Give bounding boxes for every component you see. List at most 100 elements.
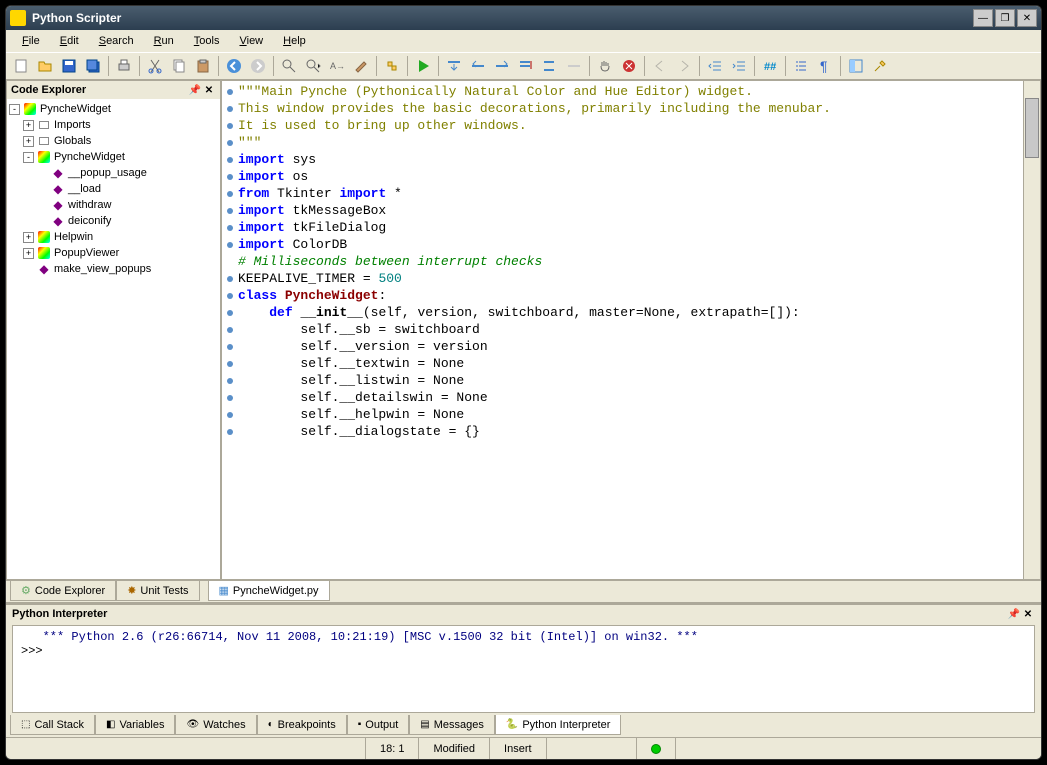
- interpreter-close-icon[interactable]: ✕: [1021, 607, 1035, 621]
- menu-tools[interactable]: Tools: [186, 33, 228, 49]
- code-line[interactable]: class PyncheWidget:: [222, 287, 1022, 304]
- menu-run[interactable]: Run: [146, 33, 182, 49]
- back-button[interactable]: [223, 55, 245, 77]
- python-button[interactable]: [381, 55, 403, 77]
- save-button[interactable]: [58, 55, 80, 77]
- code-line[interactable]: self.__detailswin = None: [222, 389, 1022, 406]
- open-file-button[interactable]: [34, 55, 56, 77]
- menu-view[interactable]: View: [231, 33, 271, 49]
- code-line[interactable]: def __init__(self, version, switchboard,…: [222, 304, 1022, 321]
- stop-debug-button[interactable]: [563, 55, 585, 77]
- run-button[interactable]: [412, 55, 434, 77]
- comment-button[interactable]: ##: [759, 55, 781, 77]
- tab-unit-tests[interactable]: ✸Unit Tests: [116, 581, 199, 601]
- tab-editor-file[interactable]: ▦PyncheWidget.py: [208, 581, 330, 601]
- search-next-button[interactable]: [302, 55, 324, 77]
- tab-watches[interactable]: 👁Watches: [175, 715, 256, 735]
- code-line[interactable]: self.__sb = switchboard: [222, 321, 1022, 338]
- code-line[interactable]: KEEPALIVE_TIMER = 500: [222, 270, 1022, 287]
- code-line[interactable]: self.__version = version: [222, 338, 1022, 355]
- menu-file[interactable]: File: [14, 33, 48, 49]
- code-line[interactable]: self.__dialogstate = {}: [222, 423, 1022, 440]
- tab-code-explorer[interactable]: ⚙Code Explorer: [10, 581, 116, 601]
- pin-icon[interactable]: 📌: [188, 83, 202, 97]
- menu-edit[interactable]: Edit: [52, 33, 87, 49]
- pilcrow-button[interactable]: ¶: [814, 55, 836, 77]
- code-line[interactable]: import tkFileDialog: [222, 219, 1022, 236]
- tab-call-stack[interactable]: ⬚Call Stack: [10, 715, 95, 735]
- minimize-button[interactable]: —: [973, 9, 993, 27]
- panel-close-icon[interactable]: ✕: [202, 83, 216, 97]
- forward-button[interactable]: [247, 55, 269, 77]
- tree-node[interactable]: +Imports: [9, 117, 218, 133]
- tree-view[interactable]: -PyncheWidget+Imports+Globals-PyncheWidg…: [7, 99, 220, 579]
- interpreter-pin-icon[interactable]: 📌: [1007, 607, 1021, 621]
- tab-variables[interactable]: ◧Variables: [95, 715, 176, 735]
- tree-toggle-icon[interactable]: +: [23, 120, 34, 131]
- code-line[interactable]: import ColorDB: [222, 236, 1022, 253]
- tab-messages[interactable]: ▤Messages: [409, 715, 495, 735]
- tree-toggle-icon[interactable]: -: [23, 152, 34, 163]
- step-out-button[interactable]: [491, 55, 513, 77]
- tab-breakpoints[interactable]: ◐Breakpoints: [257, 715, 347, 735]
- tree-toggle-icon[interactable]: -: [9, 104, 20, 115]
- copy-button[interactable]: [168, 55, 190, 77]
- code-line[interactable]: import sys: [222, 151, 1022, 168]
- cut-button[interactable]: [144, 55, 166, 77]
- code-line[interactable]: """Main Pynche (Pythonically Natural Col…: [222, 83, 1022, 100]
- tree-toggle-icon[interactable]: +: [23, 136, 34, 147]
- menu-help[interactable]: Help: [275, 33, 314, 49]
- new-file-button[interactable]: [10, 55, 32, 77]
- search-button[interactable]: [278, 55, 300, 77]
- code-line[interactable]: self.__helpwin = None: [222, 406, 1022, 423]
- tree-node[interactable]: ◆__load: [9, 181, 218, 197]
- tree-node[interactable]: +Globals: [9, 133, 218, 149]
- step-into-button[interactable]: [443, 55, 465, 77]
- brush-button[interactable]: [350, 55, 372, 77]
- code-line[interactable]: This window provides the basic decoratio…: [222, 100, 1022, 117]
- layout-button[interactable]: [845, 55, 867, 77]
- code-editor[interactable]: """Main Pynche (Pythonically Natural Col…: [222, 83, 1022, 579]
- maximize-button[interactable]: ❐: [995, 9, 1015, 27]
- close-button[interactable]: ✕: [1017, 9, 1037, 27]
- tab-python-interpreter[interactable]: 🐍Python Interpreter: [495, 715, 622, 735]
- code-line[interactable]: import tkMessageBox: [222, 202, 1022, 219]
- print-button[interactable]: [113, 55, 135, 77]
- code-line[interactable]: self.__textwin = None: [222, 355, 1022, 372]
- code-line[interactable]: It is used to bring up other windows.: [222, 117, 1022, 134]
- tree-node[interactable]: +PopupViewer: [9, 245, 218, 261]
- nav-back-button[interactable]: [649, 55, 671, 77]
- code-line[interactable]: """: [222, 134, 1022, 151]
- save-all-button[interactable]: [82, 55, 104, 77]
- tree-node[interactable]: ◆__popup_usage: [9, 165, 218, 181]
- replace-button[interactable]: A→B: [326, 55, 348, 77]
- menu-search[interactable]: Search: [91, 33, 142, 49]
- code-line[interactable]: # Milliseconds between interrupt checks: [222, 253, 1022, 270]
- vertical-scrollbar[interactable]: [1023, 81, 1040, 579]
- tree-node[interactable]: -PyncheWidget: [9, 149, 218, 165]
- tree-toggle-icon[interactable]: +: [23, 248, 34, 259]
- continue-button[interactable]: [539, 55, 561, 77]
- code-line[interactable]: from Tkinter import *: [222, 185, 1022, 202]
- interpreter-console[interactable]: *** Python 2.6 (r26:66714, Nov 11 2008, …: [12, 625, 1035, 713]
- run-to-cursor-button[interactable]: [515, 55, 537, 77]
- hand-tool-button[interactable]: [594, 55, 616, 77]
- abort-button[interactable]: [618, 55, 640, 77]
- tab-output[interactable]: ▪Output: [347, 715, 410, 735]
- code-line[interactable]: import os: [222, 168, 1022, 185]
- code-line[interactable]: self.__listwin = None: [222, 372, 1022, 389]
- titlebar[interactable]: Python Scripter — ❐ ✕: [6, 6, 1041, 30]
- tree-node[interactable]: ◆make_view_popups: [9, 261, 218, 277]
- list-button[interactable]: [790, 55, 812, 77]
- tree-node[interactable]: -PyncheWidget: [9, 101, 218, 117]
- outdent-button[interactable]: [704, 55, 726, 77]
- step-over-button[interactable]: [467, 55, 489, 77]
- tree-toggle-icon[interactable]: +: [23, 232, 34, 243]
- indent-button[interactable]: [728, 55, 750, 77]
- tree-node[interactable]: ◆withdraw: [9, 197, 218, 213]
- scrollbar-thumb[interactable]: [1025, 98, 1039, 158]
- tools-button[interactable]: [869, 55, 891, 77]
- nav-fwd-button[interactable]: [673, 55, 695, 77]
- tree-node[interactable]: ◆deiconify: [9, 213, 218, 229]
- paste-button[interactable]: [192, 55, 214, 77]
